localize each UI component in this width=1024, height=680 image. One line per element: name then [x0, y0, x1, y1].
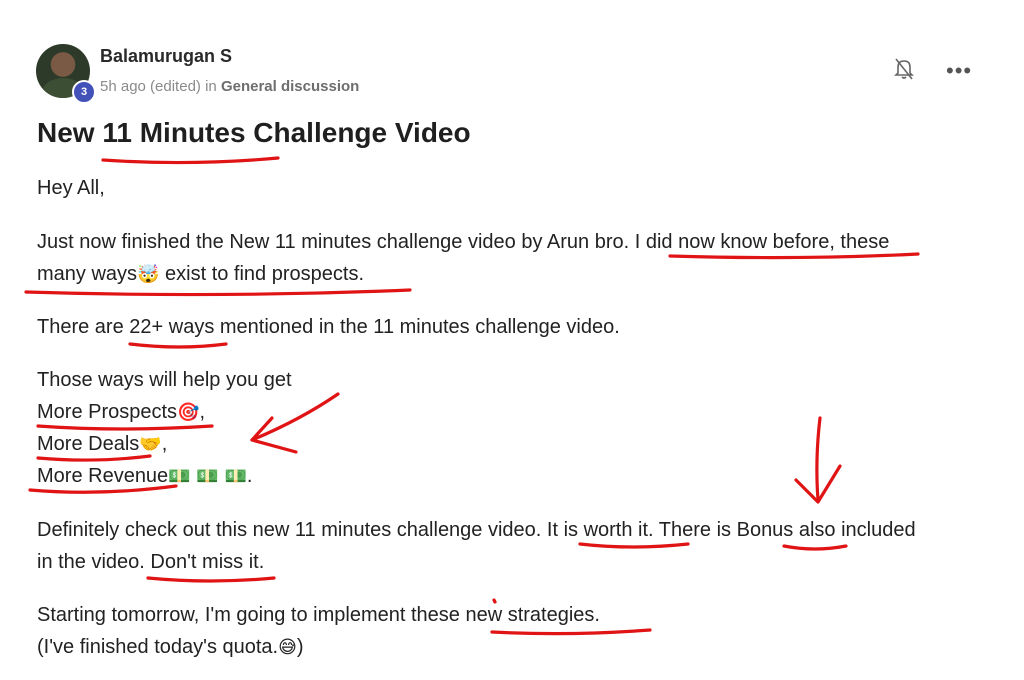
item-deals-end: ,: [161, 433, 168, 455]
list-item-deals: More Deals🤝,: [37, 428, 167, 461]
arrow-to-bonus: [815, 416, 822, 502]
exploding-head-emoji: 🤯: [137, 264, 160, 285]
list-item-prospects: More Prospects🎯,: [37, 396, 205, 429]
quota-text: (I've finished today's quota.: [37, 636, 279, 658]
author-name[interactable]: Balamurugan S: [100, 46, 232, 67]
money-emoji: 💵 💵 💵: [168, 466, 247, 487]
in-label: in: [205, 78, 217, 95]
level-badge: 3: [72, 80, 96, 104]
paragraph-3-intro: Those ways will help you get: [37, 369, 292, 391]
handshake-emoji: 🤝: [139, 434, 162, 455]
item-revenue-end: .: [246, 465, 253, 487]
paragraph-4-line-2: in the video. Don't miss it.: [37, 551, 265, 573]
arrow-to-list-head: [250, 416, 298, 454]
target-emoji: 🎯: [177, 402, 200, 423]
greeting: Hey All,: [37, 177, 105, 199]
item-deals-text: More Deals: [37, 433, 140, 455]
more-icon[interactable]: •••: [946, 58, 972, 84]
paragraph-1-line-1: Just now finished the New 11 minutes cha…: [37, 231, 890, 253]
find-prospects-text: exist to find prospects.: [159, 263, 364, 285]
underline-bonus: [782, 544, 848, 551]
paragraph-5-line-2: (I've finished today's quota.😅): [37, 631, 304, 664]
item-prospects-text: More Prospects: [37, 401, 178, 423]
quota-end: ): [296, 636, 304, 658]
smiling-sweat-emoji: 😅: [278, 637, 297, 658]
bell-off-icon[interactable]: [892, 56, 916, 82]
post-meta: 5h ago (edited) in General discussion: [100, 78, 359, 95]
item-revenue-text: More Revenue: [37, 465, 169, 487]
item-prospects-end: ,: [199, 401, 206, 423]
list-item-revenue: More Revenue💵 💵 💵.: [37, 460, 252, 493]
many-ways-text: many ways: [37, 263, 138, 285]
arrow-to-list: [250, 392, 340, 442]
post-title: New 11 Minutes Challenge Video: [37, 117, 471, 148]
underline-22-ways: [128, 342, 228, 349]
paragraph-5-line-1: Starting tomorrow, I'm going to implemen…: [37, 604, 600, 626]
paragraph-4-line-1: Definitely check out this new 11 minutes…: [37, 519, 916, 541]
arrow-to-bonus-head: [794, 464, 842, 504]
paragraph-2: There are 22+ ways mentioned in the 11 m…: [37, 316, 620, 338]
post-header: 3 Balamurugan S 5h ago (edited) in Gener…: [34, 40, 994, 104]
underline-dont-miss: [146, 576, 276, 583]
paragraph-1-line-2: many ways🤯 exist to find prospects.: [37, 258, 364, 291]
post-time: 5h ago (edited): [100, 78, 201, 95]
category-link[interactable]: General discussion: [221, 78, 359, 95]
underline-title: [101, 156, 280, 165]
